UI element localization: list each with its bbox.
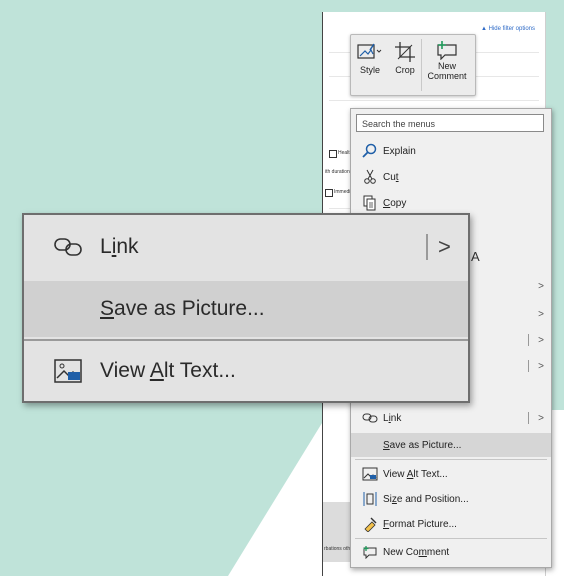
- zoomed-link-label: Link: [100, 235, 139, 258]
- zoomed-menu-item-view-alt-text[interactable]: View Alt Text...: [24, 343, 468, 399]
- search-menus-input[interactable]: Search the menus: [356, 114, 544, 132]
- new-comment-icon: [435, 39, 459, 61]
- new-comment-icon: [357, 545, 383, 559]
- document-checkbox[interactable]: [329, 150, 337, 158]
- chevron-right-icon: >: [538, 308, 544, 320]
- crop-icon: [394, 39, 416, 65]
- size-and-position-label: Size and Position...: [383, 493, 469, 505]
- style-label: Style: [359, 65, 380, 75]
- magnifier-icon: [357, 143, 383, 159]
- zoomed-menu-item-save-as-picture[interactable]: Save as Picture...: [24, 281, 468, 337]
- menu-item-explain[interactable]: Explain: [351, 139, 551, 163]
- alt-text-icon: [357, 467, 383, 481]
- chevron-right-icon: >: [438, 234, 451, 259]
- menu-item-new-comment[interactable]: New Comment: [351, 540, 551, 564]
- menu-item-cut[interactable]: Cut: [351, 165, 551, 189]
- paste-option-glyph[interactable]: A: [471, 249, 480, 264]
- chevron-right-icon: >: [538, 360, 544, 372]
- new-comment-label: New Comment: [383, 546, 450, 558]
- zoomed-menu-callout: Link > Save as Picture... View Alt Text.…: [22, 213, 470, 403]
- scissors-icon: [357, 169, 383, 185]
- style-icon: [357, 39, 383, 65]
- menu-separator: [355, 538, 547, 539]
- zoomed-view-alt-text-label: View Alt Text...: [100, 359, 236, 382]
- cut-label: Cut: [383, 171, 399, 183]
- picture-mini-toolbar: Style Crop New Comment: [350, 34, 476, 96]
- split-divider: [528, 412, 529, 424]
- document-gray-block: [323, 502, 353, 562]
- zoomed-separator: [24, 339, 468, 341]
- split-divider: [528, 334, 529, 346]
- menu-item-copy[interactable]: Copy: [351, 191, 551, 215]
- link-icon: [44, 236, 92, 258]
- zoomed-menu-item-link[interactable]: Link >: [24, 215, 468, 279]
- chevron-right-icon: >: [538, 334, 544, 346]
- menu-item-format-picture[interactable]: Format Picture...: [351, 512, 551, 536]
- save-as-picture-label: Save as Picture...: [383, 439, 462, 451]
- split-divider: [528, 360, 529, 372]
- chevron-right-icon: >: [538, 280, 544, 292]
- crop-label: Crop: [395, 65, 415, 75]
- document-row-divider: [329, 100, 539, 101]
- document-checkbox[interactable]: [325, 189, 333, 197]
- style-button[interactable]: Style: [351, 35, 389, 95]
- menu-item-view-alt-text[interactable]: View Alt Text...: [351, 462, 551, 486]
- new-comment-label-line2: Comment: [427, 71, 467, 81]
- copy-label: Copy: [383, 197, 407, 209]
- menu-item-save-as-picture[interactable]: Save as Picture...: [351, 433, 551, 457]
- zoomed-save-as-picture-label: Save as Picture...: [100, 297, 265, 320]
- chevron-right-icon: >: [538, 412, 544, 424]
- alt-text-icon: [44, 358, 92, 384]
- view-alt-text-label: View Alt Text...: [383, 468, 448, 480]
- format-picture-icon: [357, 516, 383, 532]
- explain-label: Explain: [383, 145, 416, 157]
- crop-button[interactable]: Crop: [389, 35, 421, 95]
- new-comment-button[interactable]: New Comment: [422, 35, 472, 95]
- link-icon: [357, 412, 383, 424]
- format-picture-label: Format Picture...: [383, 518, 457, 530]
- link-label: Link: [383, 412, 402, 424]
- size-position-icon: [357, 491, 383, 507]
- new-comment-label-line1: New: [437, 61, 456, 71]
- split-divider: [426, 234, 428, 260]
- menu-separator: [355, 459, 547, 460]
- copy-icon: [357, 195, 383, 211]
- hide-filter-options-link[interactable]: ▲ Hide filter options: [481, 26, 535, 32]
- menu-item-link[interactable]: Link >: [351, 406, 551, 430]
- menu-item-size-and-position[interactable]: Size and Position...: [351, 487, 551, 511]
